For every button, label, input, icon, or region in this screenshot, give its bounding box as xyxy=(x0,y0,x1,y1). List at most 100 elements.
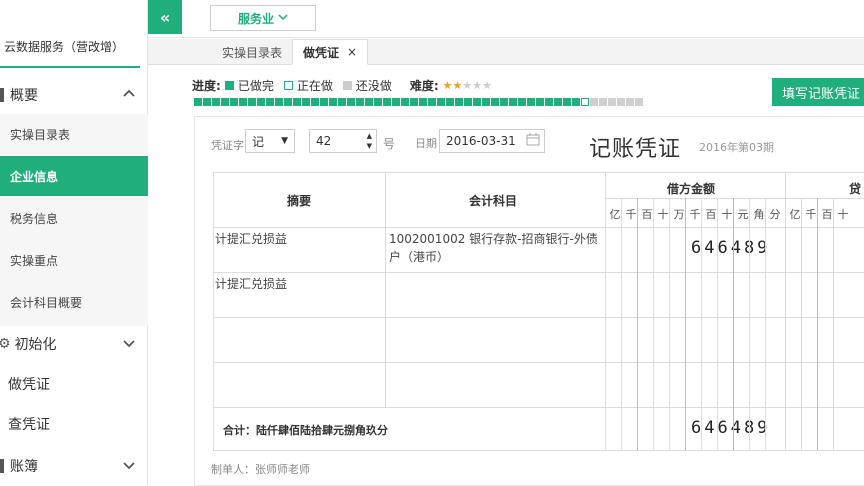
progress-segment[interactable] xyxy=(374,98,382,106)
progress-segment[interactable] xyxy=(482,98,490,106)
voucher-number-value: 42 xyxy=(316,134,332,148)
close-icon[interactable]: × xyxy=(347,45,357,59)
collapse-sidebar-button[interactable]: « xyxy=(148,0,182,34)
progress-segment[interactable] xyxy=(212,98,220,106)
tab-make-voucher[interactable]: 做凭证 × xyxy=(292,39,369,65)
voucher-title: 记账凭证 xyxy=(589,137,682,162)
progress-segment[interactable] xyxy=(401,98,409,106)
progress-segment[interactable] xyxy=(230,98,238,106)
progress-segment[interactable] xyxy=(356,98,364,106)
voucher-number-suffix: 号 xyxy=(383,137,396,151)
progress-segment[interactable] xyxy=(266,98,274,106)
industry-dropdown[interactable]: 服务业 xyxy=(210,5,316,31)
section-marker xyxy=(0,88,4,102)
progress-segment[interactable] xyxy=(563,98,571,106)
row-debit-amount[interactable]: 646489 xyxy=(691,238,770,258)
progress-segment[interactable] xyxy=(428,98,436,106)
progress-segment[interactable] xyxy=(455,98,463,106)
progress-segment[interactable] xyxy=(221,98,229,106)
sidebar-item-catalog[interactable]: 实操目录表 xyxy=(0,114,148,154)
progress-segment[interactable] xyxy=(626,98,634,106)
progress-segment[interactable] xyxy=(500,98,508,106)
progress-segment[interactable] xyxy=(365,98,373,106)
progress-segment[interactable] xyxy=(347,98,355,106)
grid-line xyxy=(213,172,214,450)
progress-segment[interactable] xyxy=(446,98,454,106)
progress-segment[interactable] xyxy=(239,98,247,106)
stepper-arrows-icon[interactable]: ▲ ▼ xyxy=(367,131,372,151)
progress-segment[interactable] xyxy=(293,98,301,106)
progress-segment[interactable] xyxy=(473,98,481,106)
progress-segment[interactable] xyxy=(410,98,418,106)
tab-catalog[interactable]: 实操目录表 xyxy=(212,39,292,65)
digit-column-header: 百 xyxy=(821,208,833,221)
progress-segment[interactable] xyxy=(302,98,310,106)
progress-segment[interactable] xyxy=(320,98,328,106)
progress-segment[interactable] xyxy=(275,98,283,106)
progress-segment[interactable] xyxy=(194,98,202,106)
progress-segment[interactable] xyxy=(527,98,535,106)
progress-segment[interactable] xyxy=(257,98,265,106)
progress-segment[interactable] xyxy=(572,98,580,106)
progress-segment[interactable] xyxy=(635,98,643,106)
digit-column-header: 十 xyxy=(721,208,733,221)
progress-segment[interactable] xyxy=(617,98,625,106)
grid-line xyxy=(637,198,638,450)
progress-segment[interactable] xyxy=(509,98,517,106)
sidebar-item-accounts-overview[interactable]: 会计科目概要 xyxy=(0,282,148,322)
row-summary[interactable]: 计提汇兑损益 xyxy=(215,275,287,293)
digit-column-header: 亿 xyxy=(789,208,801,221)
digit-column-header: 亿 xyxy=(609,208,621,221)
progress-segment[interactable] xyxy=(329,98,337,106)
progress-segment[interactable] xyxy=(545,98,553,106)
caret-down-icon: ▼ xyxy=(281,136,288,146)
sidebar-section-view-voucher[interactable]: 查凭证 xyxy=(0,404,148,444)
progress-segment[interactable] xyxy=(518,98,526,106)
voucher-number-stepper[interactable]: 42 ▲ ▼ xyxy=(309,129,377,153)
progress-segment[interactable] xyxy=(581,98,589,106)
fill-voucher-button[interactable]: 填写记账凭证 xyxy=(772,78,864,106)
voucher-period: 2016年第03期 xyxy=(699,141,774,154)
progress-segment[interactable] xyxy=(599,98,607,106)
progress-segment[interactable] xyxy=(203,98,211,106)
grid-line xyxy=(765,198,766,450)
sidebar-item-label: 会计科目概要 xyxy=(10,295,83,310)
sidebar-section-overview[interactable]: 概要 xyxy=(0,75,148,115)
voucher-word-select[interactable]: 记 ▼ xyxy=(245,129,295,153)
progress-segment[interactable] xyxy=(464,98,472,106)
digit-column-header: 千 xyxy=(805,208,817,221)
progress-segment[interactable] xyxy=(437,98,445,106)
progress-segment[interactable] xyxy=(392,98,400,106)
digit-column-header: 千 xyxy=(625,208,637,221)
date-input[interactable]: 2016-03-31 xyxy=(439,129,545,153)
grid-line xyxy=(817,198,818,450)
sidebar-item-tax-info[interactable]: 税务信息 xyxy=(0,198,148,238)
voucher-maker: 制单人：张师师老师 xyxy=(211,463,310,476)
progress-segment[interactable] xyxy=(311,98,319,106)
progress-segment[interactable] xyxy=(491,98,499,106)
sidebar-section-init[interactable]: ⚙ 初始化 xyxy=(0,324,148,364)
sidebar-item-company-info[interactable]: 企业信息 xyxy=(0,156,148,196)
sidebar-section-label: 账簿 xyxy=(10,459,38,475)
column-header-credit: 贷 xyxy=(849,182,862,196)
progress-segment[interactable] xyxy=(338,98,346,106)
progress-segment[interactable] xyxy=(419,98,427,106)
difficulty-stars: ★★★★★ xyxy=(443,78,492,92)
sidebar-section-ledger[interactable]: 账簿 xyxy=(0,446,148,486)
grid-line xyxy=(605,198,864,199)
calendar-icon[interactable] xyxy=(526,133,540,149)
row-account[interactable]: 1002001002 银行存款-招商银行-外债 xyxy=(389,230,598,248)
progress-segment[interactable] xyxy=(284,98,292,106)
done-swatch xyxy=(224,80,234,90)
progress-segment[interactable] xyxy=(248,98,256,106)
sidebar-item-key-points[interactable]: 实操重点 xyxy=(0,240,148,280)
progress-segment[interactable] xyxy=(554,98,562,106)
sidebar-section-make-voucher[interactable]: 做凭证 xyxy=(0,364,148,404)
row-summary[interactable]: 计提汇兑损益 xyxy=(215,230,287,248)
progress-segment[interactable] xyxy=(608,98,616,106)
progress-segment[interactable] xyxy=(536,98,544,106)
tab-strip: 实操目录表 做凭证 × xyxy=(148,39,864,65)
progress-segment[interactable] xyxy=(590,98,598,106)
progress-segment[interactable] xyxy=(383,98,391,106)
grid-line xyxy=(213,227,864,228)
